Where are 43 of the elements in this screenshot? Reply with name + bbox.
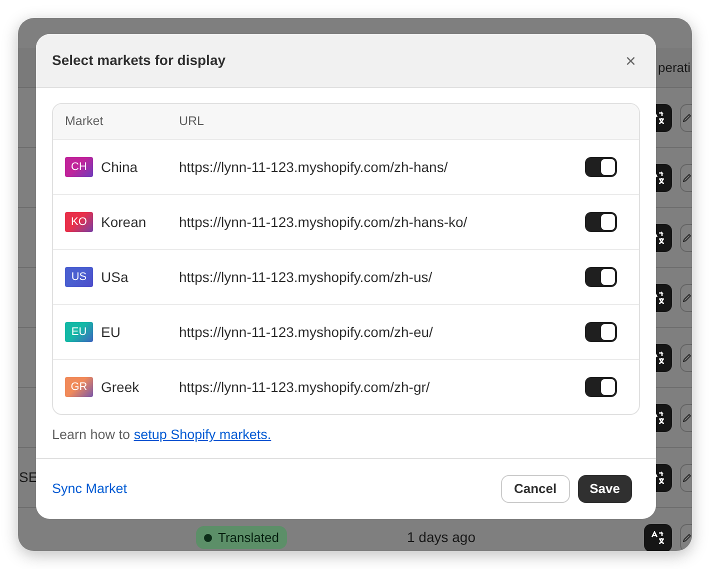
cancel-button[interactable]: Cancel bbox=[500, 475, 570, 503]
market-url: https://lynn-11-123.myshopify.com/zh-us/ bbox=[179, 268, 432, 284]
save-button[interactable]: Save bbox=[578, 475, 632, 503]
column-header: URL bbox=[179, 114, 204, 128]
pencil-icon bbox=[683, 352, 691, 362]
pencil-icon bbox=[683, 292, 691, 302]
translate-button[interactable] bbox=[644, 524, 672, 551]
market-name: EU bbox=[101, 322, 120, 342]
close-button[interactable]: × bbox=[621, 52, 640, 70]
market-code-badge: GR bbox=[65, 377, 93, 397]
market-name: Korean bbox=[101, 212, 146, 232]
market-name: USa bbox=[101, 268, 128, 286]
pencil-icon bbox=[683, 532, 691, 542]
row-label: SE bbox=[19, 468, 38, 487]
market-name: China bbox=[101, 158, 138, 176]
market-url: https://lynn-11-123.myshopify.com/zh-hans-ko/ bbox=[179, 214, 468, 230]
status-badge: Translated bbox=[196, 526, 287, 550]
market-code-badge: KO bbox=[65, 212, 93, 232]
market-url: https://lynn-11-123.myshopify.com/zh-gr/ bbox=[179, 378, 430, 394]
time-text: 1 days ago bbox=[407, 528, 476, 547]
translate-icon bbox=[651, 530, 665, 544]
market-code-badge: CH bbox=[65, 157, 93, 177]
market-code-badge: EU bbox=[65, 322, 93, 342]
toggle-switch[interactable] bbox=[585, 157, 617, 177]
toggle-switch[interactable] bbox=[585, 212, 617, 232]
sync-market-link[interactable]: Sync Market bbox=[52, 478, 128, 500]
modal-title: Select markets for display bbox=[52, 51, 226, 70]
toggle-switch[interactable] bbox=[585, 322, 617, 342]
market-name: Greek bbox=[101, 378, 140, 396]
toggle-switch[interactable] bbox=[585, 377, 617, 397]
help-text: Learn how to setup Shopify markets. bbox=[52, 426, 272, 444]
pencil-icon bbox=[683, 412, 691, 422]
pencil-icon bbox=[683, 472, 691, 482]
column-header: Market bbox=[65, 113, 104, 130]
pencil-icon bbox=[683, 112, 691, 122]
setup-link[interactable]: setup Shopify markets. bbox=[134, 427, 272, 442]
column-header: perati bbox=[658, 58, 691, 77]
pencil-icon bbox=[683, 232, 691, 242]
market-code-badge: US bbox=[65, 267, 93, 287]
pencil-icon bbox=[683, 172, 691, 182]
toggle-switch[interactable] bbox=[585, 267, 617, 287]
market-url: https://lynn-11-123.myshopify.com/zh-eu/ bbox=[179, 324, 433, 340]
market-url: https://lynn-11-123.myshopify.com/zh-hans/ bbox=[179, 158, 448, 174]
